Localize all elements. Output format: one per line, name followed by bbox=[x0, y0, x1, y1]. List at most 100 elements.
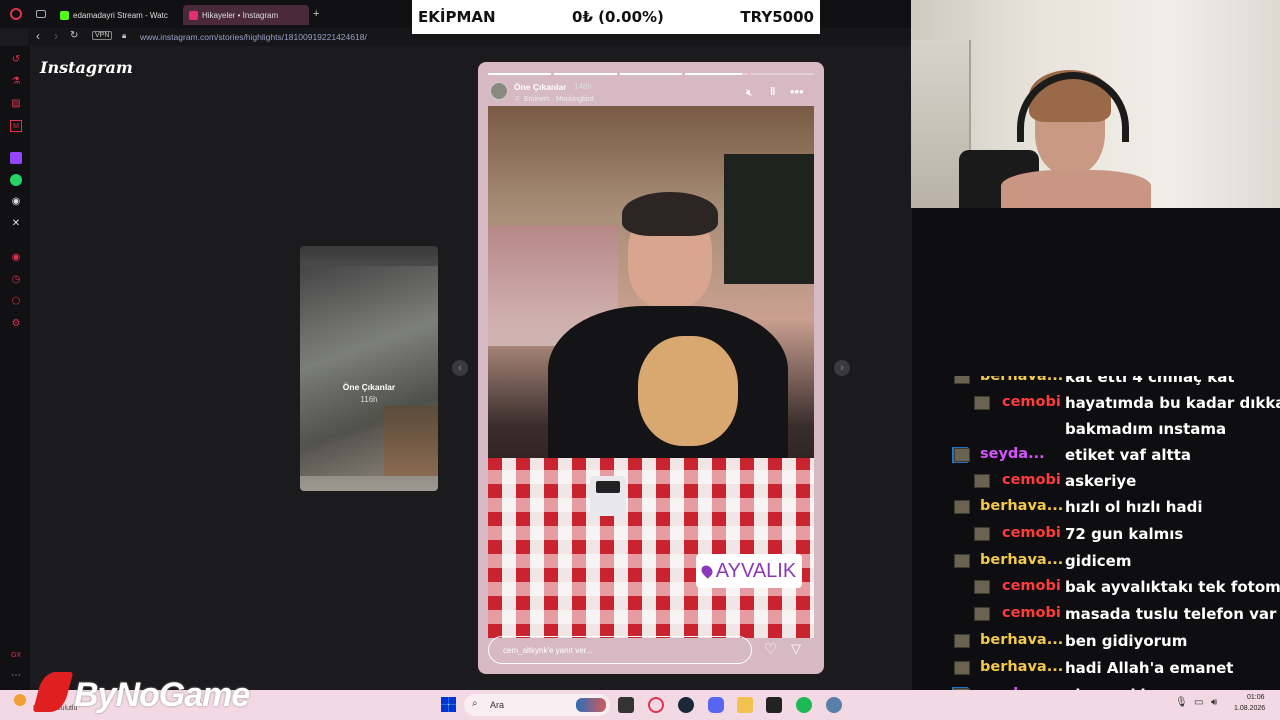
music-icon[interactable]: ◉ bbox=[10, 252, 22, 264]
tray-volume-icon[interactable]: 🔊︎ bbox=[1211, 697, 1217, 708]
chat-message-text: askeriye bbox=[1065, 472, 1137, 490]
opera-logo-icon[interactable] bbox=[10, 8, 22, 20]
user-avatar-icon bbox=[954, 448, 970, 462]
more-icon[interactable]: ⋯ bbox=[10, 670, 22, 682]
reply-placeholder: cem_altkynk'e yanıt ver... bbox=[503, 646, 593, 655]
chat-message-text: 72 gun kalmıs bbox=[1065, 525, 1184, 543]
chat-username[interactable]: cemobi bbox=[1002, 472, 1061, 488]
chat-message-text: masada tuslu telefon var bbox=[1065, 605, 1277, 623]
send-icon[interactable]: ▽ bbox=[791, 641, 801, 657]
settings-taskbar-icon[interactable] bbox=[826, 697, 842, 713]
chat-username[interactable]: berhava... bbox=[980, 659, 1063, 675]
tray-date[interactable]: 1.08.2026 bbox=[1234, 705, 1265, 712]
overlay-right: TRY5000 bbox=[740, 8, 814, 26]
chat-message-text: hayatımda bu kadar dıkkatlı bbox=[1065, 394, 1280, 412]
tab-label: edamadayri Stream - Watc bbox=[73, 10, 168, 20]
gaming-icon[interactable]: ⚗ bbox=[10, 76, 22, 88]
user-avatar-icon bbox=[954, 661, 970, 675]
chat-username[interactable]: berhava... bbox=[980, 376, 1063, 384]
chat-username[interactable]: berhava... bbox=[980, 552, 1063, 568]
tab-kick-stream[interactable]: edamadayri Stream - Watc bbox=[54, 5, 180, 25]
chat-username[interactable]: cemobi bbox=[1002, 578, 1061, 594]
next-story-arrow[interactable]: › bbox=[834, 360, 850, 376]
extensions-icon[interactable]: ⬠ bbox=[10, 296, 22, 308]
task-view-icon[interactable] bbox=[618, 697, 634, 713]
chat-username[interactable]: cemobi bbox=[1002, 525, 1061, 541]
weather-icon[interactable] bbox=[14, 694, 26, 706]
user-avatar-icon bbox=[954, 376, 970, 384]
prev-story-preview[interactable]: Öne Çıkanlar 116h bbox=[300, 246, 438, 491]
new-tab-button[interactable]: + bbox=[313, 8, 319, 20]
story-music[interactable]: Eminem · Mockingbird bbox=[524, 96, 594, 103]
prev-story-time: 116h bbox=[360, 395, 378, 404]
phone-on-table bbox=[590, 476, 626, 516]
webcam-feed bbox=[911, 0, 1280, 208]
user-avatar-icon bbox=[954, 500, 970, 514]
story-title[interactable]: Öne Çıkanlar bbox=[514, 82, 566, 92]
person-hair bbox=[622, 192, 718, 236]
whatsapp-icon[interactable] bbox=[10, 174, 22, 186]
instagram-logo[interactable]: Instagram bbox=[40, 58, 133, 77]
user-avatar-icon bbox=[974, 527, 990, 541]
equipment-overlay: EKİPMAN 0₺ (0.00%) TRY5000 bbox=[412, 0, 820, 34]
progress-segment bbox=[685, 73, 749, 75]
forward-icon[interactable]: › bbox=[54, 29, 58, 43]
progress-segment bbox=[553, 73, 617, 75]
chat-username[interactable]: seyda... bbox=[980, 446, 1045, 462]
back-icon[interactable]: ‹ bbox=[36, 29, 40, 43]
chat-username[interactable]: cemobi bbox=[1002, 394, 1061, 410]
tray-network-icon[interactable]: ▭ bbox=[1194, 697, 1203, 708]
vpn-badge[interactable]: VPN bbox=[92, 31, 113, 40]
opera-gx-taskbar-icon[interactable] bbox=[648, 697, 664, 713]
pause-icon[interactable]: ‖ bbox=[770, 86, 775, 98]
user-avatar-icon bbox=[974, 580, 990, 594]
search-placeholder: Ara bbox=[490, 700, 505, 710]
streamer-body bbox=[1001, 170, 1151, 208]
obs-icon[interactable] bbox=[766, 697, 782, 713]
tab-manager-icon[interactable] bbox=[36, 10, 46, 18]
location-sticker[interactable]: AYVALIK bbox=[696, 554, 802, 588]
steam-icon[interactable] bbox=[678, 697, 694, 713]
gift-icon[interactable]: ▨ bbox=[10, 98, 22, 110]
history-icon[interactable]: ↺ bbox=[10, 54, 22, 66]
mute-icon[interactable]: 🔇︎ bbox=[746, 87, 753, 100]
story-avatar[interactable] bbox=[490, 82, 508, 100]
chat-message-text: kat etti 4 chiliaç kat bbox=[1065, 376, 1235, 386]
instagram-icon bbox=[189, 10, 198, 20]
bynogame-watermark: ByNoGame bbox=[74, 676, 250, 714]
location-label: AYVALIK bbox=[715, 559, 797, 582]
discord-icon[interactable]: ◉ bbox=[10, 196, 22, 208]
tab-instagram[interactable]: Hikayeler • Instagram bbox=[183, 5, 309, 25]
url-field[interactable]: www.instagram.com/stories/highlights/181… bbox=[140, 32, 367, 42]
chat-message-text: etiket vaf altta bbox=[1065, 446, 1191, 464]
settings-icon[interactable]: ⚙ bbox=[10, 318, 22, 330]
browser-window: edamadayri Stream - Watc Hikayeler • Ins… bbox=[0, 0, 912, 690]
gmail-icon[interactable]: M bbox=[10, 120, 22, 132]
discord-taskbar-icon[interactable] bbox=[708, 697, 724, 713]
taskbar: Parçalı bulutlu ByNoGame bbox=[0, 672, 1280, 720]
story-viewer: AYVALIK Öne Çıkanlar 148h ♫ Eminem · Moc… bbox=[478, 62, 824, 674]
clock-icon[interactable]: ◷ bbox=[10, 274, 22, 286]
chat-username[interactable]: berhava... bbox=[980, 632, 1063, 648]
tray-time[interactable]: 01:06 bbox=[1247, 694, 1265, 701]
like-icon[interactable]: ♡ bbox=[764, 640, 777, 658]
prev-story-arrow[interactable]: ‹ bbox=[452, 360, 468, 376]
reply-input[interactable]: cem_altkynk'e yanıt ver... bbox=[488, 636, 752, 664]
spotify-icon[interactable] bbox=[796, 697, 812, 713]
chat-message-text: ben gidiyorum bbox=[1065, 632, 1188, 650]
tray-mic-icon[interactable]: 🎙︎ bbox=[1175, 697, 1188, 708]
twitch-icon[interactable] bbox=[10, 152, 22, 164]
story-time: 148h bbox=[574, 82, 592, 91]
gx-icon[interactable]: GX bbox=[10, 650, 22, 662]
progress-segment bbox=[619, 73, 683, 75]
more-options-icon[interactable]: ••• bbox=[790, 84, 804, 99]
chat-username[interactable]: berhava... bbox=[980, 498, 1063, 514]
reload-icon[interactable]: ↻ bbox=[70, 30, 78, 41]
x-icon[interactable]: ✕ bbox=[10, 218, 22, 230]
file-explorer-icon[interactable] bbox=[737, 697, 753, 713]
overlay-center: 0₺ (0.00%) bbox=[572, 8, 664, 26]
start-icon[interactable] bbox=[441, 697, 456, 712]
taskbar-search[interactable]: ⌕ Ara bbox=[464, 694, 610, 716]
chat-panel: berhava... kat etti 4 chiliaç kat cemobi ha… bbox=[946, 376, 1280, 690]
chat-username[interactable]: cemobi bbox=[1002, 605, 1061, 621]
